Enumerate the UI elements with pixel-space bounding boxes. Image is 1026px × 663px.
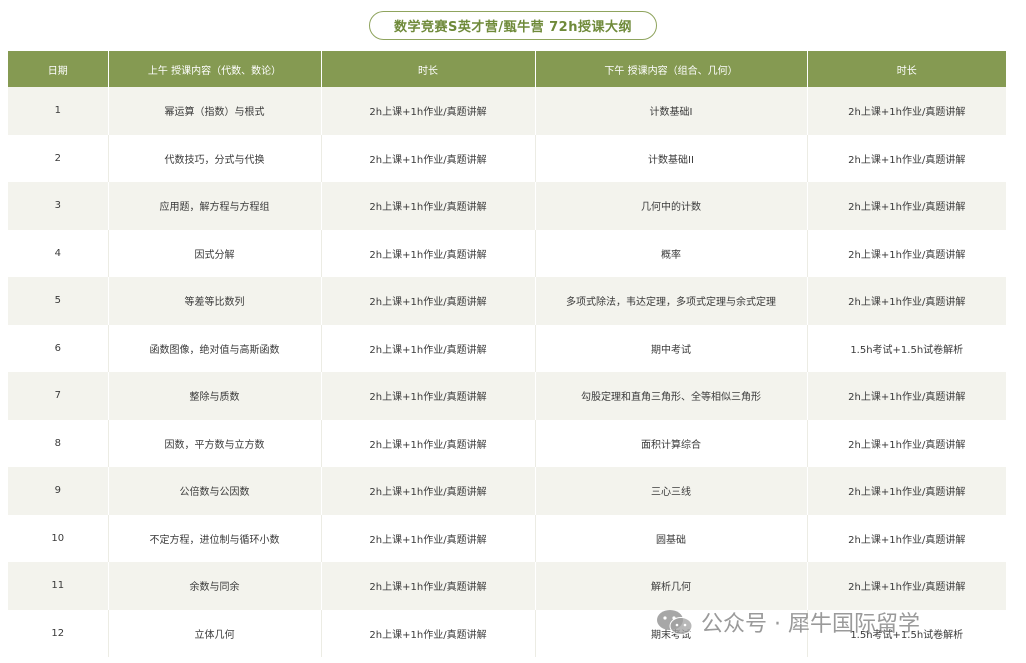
- cell-pm-duration: 2h上课+1h作业/真题讲解: [807, 419, 1006, 467]
- table-row: 9 公倍数与公因数 2h上课+1h作业/真题讲解 三心三线 2h上课+1h作业/…: [8, 467, 1006, 515]
- cell-pm-content: 三心三线: [535, 467, 808, 515]
- cell-pm-duration: 2h上课+1h作业/真题讲解: [807, 229, 1006, 277]
- cell-am-content: 余数与同余: [108, 562, 322, 610]
- schedule-table: 日期 上午 授课内容（代数、数论） 时长 下午 授课内容（组合、几何） 时长 1…: [8, 51, 1006, 657]
- cell-day: 3: [8, 182, 109, 230]
- cell-pm-duration: 1.5h考试+1.5h试卷解析: [807, 609, 1006, 657]
- cell-day: 9: [8, 467, 109, 515]
- cell-pm-duration: 1.5h考试+1.5h试卷解析: [807, 324, 1006, 372]
- title-wrap: 数学竞赛S英才营/甄牛营 72h授课大纲: [0, 11, 1026, 40]
- table-row: 2 代数技巧，分式与代换 2h上课+1h作业/真题讲解 计数基础II 2h上课+…: [8, 134, 1006, 182]
- cell-pm-content: 几何中的计数: [535, 182, 808, 230]
- cell-pm-content: 多项式除法，韦达定理，多项式定理与余式定理: [535, 277, 808, 325]
- table-header-row: 日期 上午 授课内容（代数、数论） 时长 下午 授课内容（组合、几何） 时长: [8, 51, 1006, 87]
- table-row: 12 立体几何 2h上课+1h作业/真题讲解 期末考试 1.5h考试+1.5h试…: [8, 609, 1006, 657]
- cell-pm-duration: 2h上课+1h作业/真题讲解: [807, 467, 1006, 515]
- table-row: 11 余数与同余 2h上课+1h作业/真题讲解 解析几何 2h上课+1h作业/真…: [8, 562, 1006, 610]
- cell-pm-content: 计数基础II: [535, 134, 808, 182]
- cell-day: 11: [8, 562, 109, 610]
- cell-am-content: 公倍数与公因数: [108, 467, 322, 515]
- table-row: 4 因式分解 2h上课+1h作业/真题讲解 概率 2h上课+1h作业/真题讲解: [8, 229, 1006, 277]
- cell-am-duration: 2h上课+1h作业/真题讲解: [321, 87, 536, 135]
- cell-day: 2: [8, 134, 109, 182]
- cell-pm-duration: 2h上课+1h作业/真题讲解: [807, 182, 1006, 230]
- cell-pm-content: 圆基础: [535, 514, 808, 562]
- cell-am-content: 立体几何: [108, 609, 322, 657]
- table-row: 5 等差等比数列 2h上课+1h作业/真题讲解 多项式除法，韦达定理，多项式定理…: [8, 277, 1006, 325]
- header-pm-content: 下午 授课内容（组合、几何）: [535, 51, 808, 87]
- header-am-duration: 时长: [321, 51, 536, 87]
- table-row: 7 整除与质数 2h上课+1h作业/真题讲解 勾股定理和直角三角形、全等相似三角…: [8, 372, 1006, 420]
- header-date: 日期: [8, 51, 109, 87]
- cell-am-duration: 2h上课+1h作业/真题讲解: [321, 372, 536, 420]
- table-row: 8 因数，平方数与立方数 2h上课+1h作业/真题讲解 面积计算综合 2h上课+…: [8, 419, 1006, 467]
- cell-pm-duration: 2h上课+1h作业/真题讲解: [807, 372, 1006, 420]
- cell-pm-duration: 2h上课+1h作业/真题讲解: [807, 87, 1006, 135]
- cell-am-content: 幂运算（指数）与根式: [108, 87, 322, 135]
- cell-am-content: 代数技巧，分式与代换: [108, 134, 322, 182]
- cell-am-duration: 2h上课+1h作业/真题讲解: [321, 467, 536, 515]
- cell-am-duration: 2h上课+1h作业/真题讲解: [321, 277, 536, 325]
- cell-pm-duration: 2h上课+1h作业/真题讲解: [807, 562, 1006, 610]
- cell-day: 1: [8, 87, 109, 135]
- header-pm-duration: 时长: [807, 51, 1006, 87]
- cell-day: 5: [8, 277, 109, 325]
- page-title: 数学竞赛S英才营/甄牛营 72h授课大纲: [369, 11, 657, 40]
- cell-day: 6: [8, 324, 109, 372]
- cell-am-duration: 2h上课+1h作业/真题讲解: [321, 134, 536, 182]
- cell-am-duration: 2h上课+1h作业/真题讲解: [321, 514, 536, 562]
- cell-am-duration: 2h上课+1h作业/真题讲解: [321, 182, 536, 230]
- cell-day: 10: [8, 514, 109, 562]
- cell-day: 12: [8, 609, 109, 657]
- cell-am-content: 应用题，解方程与方程组: [108, 182, 322, 230]
- cell-am-content: 整除与质数: [108, 372, 322, 420]
- cell-pm-duration: 2h上课+1h作业/真题讲解: [807, 134, 1006, 182]
- header-am-content: 上午 授课内容（代数、数论）: [108, 51, 322, 87]
- cell-pm-content: 勾股定理和直角三角形、全等相似三角形: [535, 372, 808, 420]
- table-row: 10 不定方程，进位制与循环小数 2h上课+1h作业/真题讲解 圆基础 2h上课…: [8, 514, 1006, 562]
- cell-am-duration: 2h上课+1h作业/真题讲解: [321, 562, 536, 610]
- cell-am-duration: 2h上课+1h作业/真题讲解: [321, 229, 536, 277]
- cell-am-duration: 2h上课+1h作业/真题讲解: [321, 324, 536, 372]
- cell-am-content: 因式分解: [108, 229, 322, 277]
- cell-pm-content: 面积计算综合: [535, 419, 808, 467]
- table-row: 6 函数图像，绝对值与高斯函数 2h上课+1h作业/真题讲解 期中考试 1.5h…: [8, 324, 1006, 372]
- cell-pm-duration: 2h上课+1h作业/真题讲解: [807, 277, 1006, 325]
- cell-am-content: 等差等比数列: [108, 277, 322, 325]
- cell-pm-duration: 2h上课+1h作业/真题讲解: [807, 514, 1006, 562]
- cell-day: 4: [8, 229, 109, 277]
- cell-pm-content: 期末考试: [535, 609, 808, 657]
- cell-pm-content: 概率: [535, 229, 808, 277]
- table-row: 1 幂运算（指数）与根式 2h上课+1h作业/真题讲解 计数基础I 2h上课+1…: [8, 87, 1006, 135]
- cell-am-duration: 2h上课+1h作业/真题讲解: [321, 609, 536, 657]
- cell-pm-content: 期中考试: [535, 324, 808, 372]
- cell-pm-content: 解析几何: [535, 562, 808, 610]
- cell-am-content: 因数，平方数与立方数: [108, 419, 322, 467]
- cell-am-content: 函数图像，绝对值与高斯函数: [108, 324, 322, 372]
- table-row: 3 应用题，解方程与方程组 2h上课+1h作业/真题讲解 几何中的计数 2h上课…: [8, 182, 1006, 230]
- cell-pm-content: 计数基础I: [535, 87, 808, 135]
- cell-day: 7: [8, 372, 109, 420]
- cell-am-duration: 2h上课+1h作业/真题讲解: [321, 419, 536, 467]
- cell-am-content: 不定方程，进位制与循环小数: [108, 514, 322, 562]
- cell-day: 8: [8, 419, 109, 467]
